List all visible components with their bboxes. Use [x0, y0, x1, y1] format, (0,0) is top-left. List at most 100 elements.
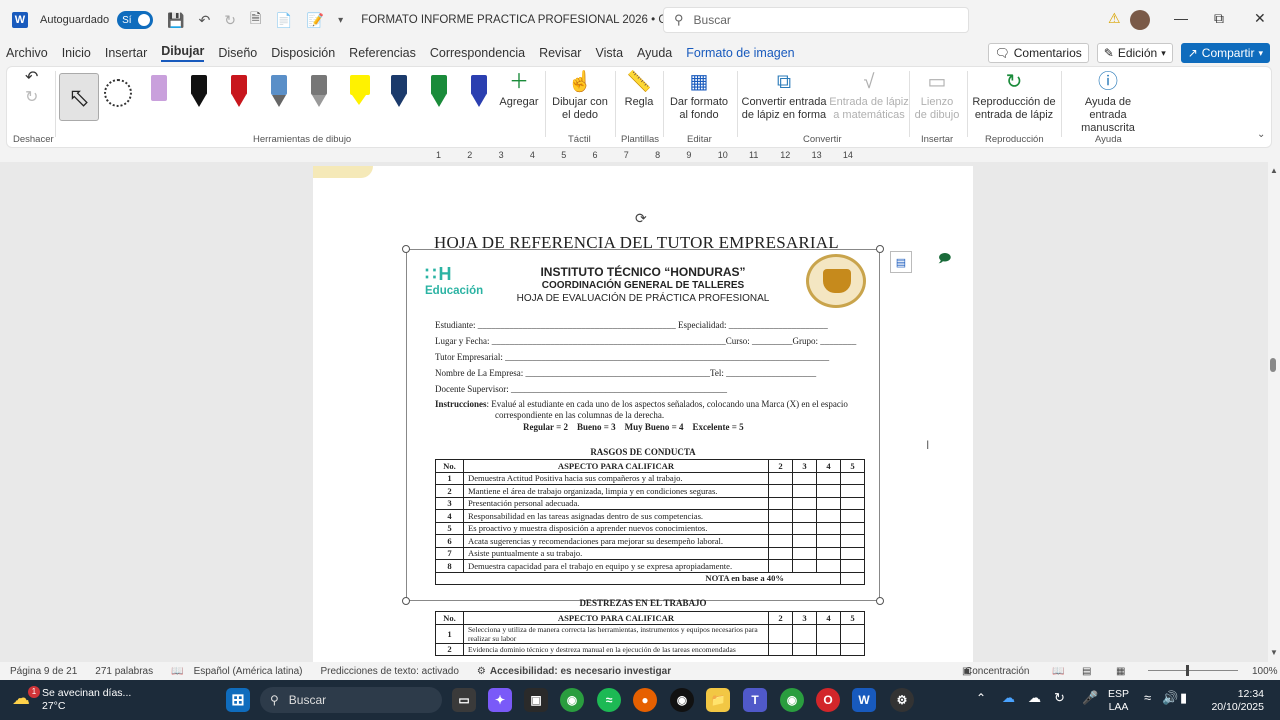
pencil-gray-icon[interactable]: [310, 75, 328, 111]
taskbar-search[interactable]: ⚲ Buscar: [260, 687, 442, 713]
tab-dibujar[interactable]: Dibujar: [161, 44, 205, 62]
zoom-slider-thumb[interactable]: [1186, 665, 1189, 676]
opera-icon[interactable]: O: [816, 688, 840, 712]
screen-recorder-icon[interactable]: ▣: [524, 688, 548, 712]
tab-archivo[interactable]: Archivo: [6, 46, 48, 60]
warning-icon[interactable]: ⚠: [1108, 10, 1121, 27]
draw-with-finger-button[interactable]: ☝ Dibujar con el dedo: [549, 71, 611, 122]
start-menu-icon[interactable]: ⊞: [226, 688, 250, 712]
copilot-icon[interactable]: ✦: [488, 688, 512, 712]
print-preview-icon[interactable]: 🗎: [250, 8, 261, 32]
resize-handle[interactable]: [876, 597, 884, 605]
clock[interactable]: 12:34 20/10/2025: [1206, 688, 1264, 714]
tab-vista[interactable]: Vista: [595, 46, 623, 60]
resize-handle[interactable]: [876, 245, 884, 253]
word-taskbar-icon[interactable]: W: [852, 688, 876, 712]
microphone-icon[interactable]: 🎤: [1082, 691, 1098, 704]
zoom-level[interactable]: 100%: [1252, 666, 1278, 677]
scroll-up-icon[interactable]: ▲: [1270, 166, 1278, 175]
eraser-icon[interactable]: [150, 75, 168, 111]
language-status[interactable]: Español (América latina): [194, 666, 303, 677]
ink-replay-button[interactable]: ↻ Reproducción de entrada de lápiz: [971, 71, 1057, 122]
ink-to-shape-button[interactable]: ⧉ Convertir entrada de lápiz en forma: [741, 71, 827, 122]
layout-options-icon[interactable]: ▤: [890, 251, 912, 273]
select-tool-icon[interactable]: ⬁: [59, 73, 99, 121]
autosave-toggle[interactable]: Sí: [117, 11, 154, 29]
minimize-icon[interactable]: —: [1174, 10, 1188, 26]
github-icon[interactable]: ◉: [670, 688, 694, 712]
format-background-button[interactable]: ▦ Dar formato al fondo: [667, 71, 731, 122]
pen-navy-icon[interactable]: [390, 75, 408, 111]
highlighter-yellow-icon[interactable]: [350, 75, 370, 111]
tab-disposicion[interactable]: Disposición: [271, 46, 335, 60]
restore-icon[interactable]: ⧉: [1214, 10, 1224, 27]
wifi-icon[interactable]: ≈: [1144, 691, 1151, 704]
firefox-icon[interactable]: ●: [633, 688, 657, 712]
pen-galaxy-icon[interactable]: [270, 75, 288, 111]
accessibility-icon[interactable]: ⚙: [477, 666, 486, 677]
horizontal-ruler[interactable]: 1 2 3 4 5 6 7 8 9 10 11 12 13 14: [312, 150, 892, 162]
scrollbar-thumb[interactable]: [1270, 358, 1276, 372]
avatar[interactable]: [1130, 10, 1150, 30]
pen-red-icon[interactable]: [230, 75, 248, 111]
scroll-down-icon[interactable]: ▼: [1270, 648, 1278, 657]
chrome-profile-icon[interactable]: ◉: [780, 688, 804, 712]
tab-insertar[interactable]: Insertar: [105, 46, 147, 60]
print-layout-icon[interactable]: ▤: [1082, 666, 1091, 677]
page-count[interactable]: Página 9 de 21: [10, 666, 77, 677]
customize-qat-icon[interactable]: ▾: [338, 15, 343, 26]
search-input[interactable]: ⚲ Buscar: [663, 7, 969, 33]
tab-inicio[interactable]: Inicio: [62, 46, 91, 60]
pen-blue-sparkle-icon[interactable]: [470, 75, 488, 111]
focus-mode[interactable]: Concentración: [965, 666, 1029, 677]
volume-icon[interactable]: 🔊: [1162, 691, 1178, 704]
accessibility-status[interactable]: Accesibilidad: es necesario investigar: [490, 666, 671, 677]
touch-mode-icon[interactable]: 📝: [307, 12, 324, 29]
comment-anchor-icon[interactable]: 🗩: [938, 249, 951, 270]
resize-handle[interactable]: [402, 597, 410, 605]
resize-handle[interactable]: [402, 245, 410, 253]
tab-ayuda[interactable]: Ayuda: [637, 46, 672, 60]
file-explorer-icon[interactable]: 📁: [706, 688, 730, 712]
proofing-icon[interactable]: 📖: [171, 666, 183, 677]
tab-revisar[interactable]: Revisar: [539, 46, 581, 60]
vertical-scrollbar[interactable]: ▲ ▼: [1268, 162, 1280, 662]
pen-black-icon[interactable]: [190, 75, 208, 111]
battery-icon[interactable]: ▮: [1180, 691, 1187, 704]
edit-mode-button[interactable]: ✎ Edición ▾: [1096, 43, 1173, 63]
weather-text[interactable]: Se avecinan días... 27°C: [42, 687, 131, 713]
drawing-canvas-button[interactable]: ▭ Lienzo de dibujo: [913, 71, 961, 122]
save-icon[interactable]: 💾: [167, 12, 184, 29]
word-count[interactable]: 271 palabras: [95, 666, 153, 677]
teams-icon[interactable]: T: [743, 688, 767, 712]
tab-diseno[interactable]: Diseño: [218, 46, 257, 60]
lasso-select-icon[interactable]: [104, 79, 132, 107]
undo-icon[interactable]: ↶: [25, 70, 38, 86]
ink-help-button[interactable]: ⓘ Ayuda de entrada manuscrita: [1065, 71, 1151, 135]
document-page[interactable]: ⟳ HOJA DE REFERENCIA DEL TUTOR EMPRESARI…: [313, 166, 973, 662]
redo-icon[interactable]: ↻: [224, 12, 236, 29]
close-icon[interactable]: ✕: [1254, 10, 1266, 27]
comments-button[interactable]: 🗨 Comentarios: [987, 43, 1089, 63]
spotify-icon[interactable]: ≈: [597, 688, 621, 712]
app-icon[interactable]: ⚙: [890, 688, 914, 712]
tab-formato-imagen[interactable]: Formato de imagen: [686, 46, 794, 60]
redo-icon[interactable]: ↻: [25, 90, 38, 106]
read-mode-icon[interactable]: 📖: [1052, 666, 1064, 677]
pen-green-icon[interactable]: [430, 75, 448, 111]
collapse-ribbon-icon[interactable]: ⌄: [1257, 129, 1265, 140]
share-button[interactable]: ↗ Compartir ▾: [1180, 43, 1270, 63]
tab-correspondencia[interactable]: Correspondencia: [430, 46, 525, 60]
web-layout-icon[interactable]: ▦: [1116, 666, 1125, 677]
onedrive-icon[interactable]: ☁: [1002, 691, 1015, 704]
chrome-icon[interactable]: ◉: [560, 688, 584, 712]
tab-referencias[interactable]: Referencias: [349, 46, 416, 60]
sync-icon[interactable]: ↻: [1054, 691, 1065, 704]
zoom-slider[interactable]: [1148, 670, 1238, 671]
tray-chevron-icon[interactable]: ⌃: [976, 692, 986, 705]
cloud-sync-icon[interactable]: ☁: [1028, 691, 1041, 704]
undo-icon[interactable]: ↶: [199, 12, 211, 29]
ink-to-math-button[interactable]: √ Entrada de lápiz a matemáticas: [827, 71, 911, 122]
add-pen-button[interactable]: ＋ Agregar: [499, 71, 539, 109]
new-document-icon[interactable]: 📄: [275, 12, 292, 29]
